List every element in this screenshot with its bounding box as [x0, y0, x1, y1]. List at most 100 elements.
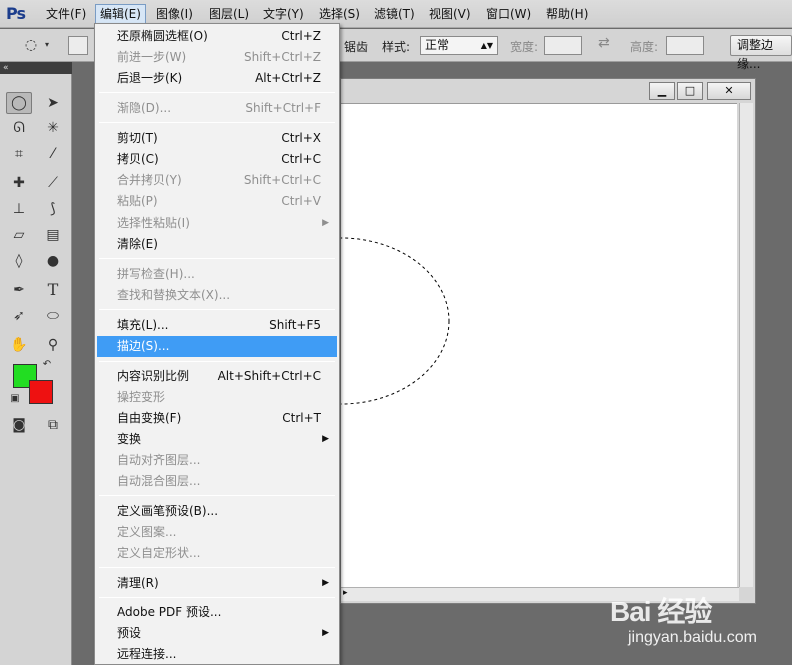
- menu-separator: [99, 92, 335, 93]
- menu-window[interactable]: 窗口(W): [482, 4, 535, 24]
- clone-stamp-tool-icon[interactable]: ⊥: [6, 198, 32, 220]
- menu-image[interactable]: 图像(I): [152, 4, 197, 24]
- document-window: ▁ □ ✕ ▸: [232, 78, 756, 604]
- menu-separator: [99, 597, 335, 598]
- preset-dropdown-icon[interactable]: ▾: [42, 34, 52, 56]
- menu-item-label: 操控变形: [117, 390, 166, 404]
- menu-item-label: 前进一步(W): [117, 50, 187, 64]
- menu-item-adobe-pdf-presets[interactable]: Adobe PDF 预设...: [97, 602, 337, 623]
- eraser-tool-icon[interactable]: ▱: [6, 224, 32, 246]
- default-colors-icon[interactable]: ▣: [8, 392, 22, 406]
- history-brush-tool-icon[interactable]: ⟆: [40, 198, 66, 220]
- menu-item-label: 预设: [117, 626, 142, 640]
- menu-layer[interactable]: 图层(L): [205, 4, 253, 24]
- menu-edit[interactable]: 编辑(E): [95, 4, 146, 24]
- menu-item-auto-align-layers[interactable]: 自动对齐图层...: [97, 450, 337, 471]
- menu-item-copy-merged[interactable]: 合并拷贝(Y) Shift+Ctrl+C: [97, 170, 337, 191]
- quick-mask-icon[interactable]: ◙: [6, 414, 32, 436]
- menu-item-shortcut: Shift+Ctrl+F: [245, 101, 321, 115]
- zoom-tool-icon[interactable]: ⚲: [40, 334, 66, 356]
- menu-item-define-brush[interactable]: 定义画笔预设(B)...: [97, 501, 337, 522]
- menu-item-define-custom-shape[interactable]: 定义自定形状...: [97, 543, 337, 564]
- panel-collapse-icon[interactable]: «: [0, 62, 72, 74]
- selection-marquee: [232, 237, 450, 405]
- type-tool-icon[interactable]: T: [40, 279, 66, 301]
- menu-item-shortcut: Shift+Ctrl+C: [243, 173, 321, 187]
- menu-item-cut[interactable]: 剪切(T) Ctrl+X: [97, 128, 337, 149]
- healing-brush-tool-icon[interactable]: ✚: [6, 172, 32, 194]
- style-label: 样式:: [382, 40, 411, 54]
- menu-separator: [99, 361, 335, 362]
- menu-filter[interactable]: 滤镜(T): [370, 4, 419, 24]
- menu-item-step-backward[interactable]: 后退一步(K) Alt+Ctrl+Z: [97, 68, 337, 89]
- ellipse-marquee-preset-icon[interactable]: ◌: [18, 34, 44, 56]
- menu-item-clear[interactable]: 清除(E): [97, 234, 337, 255]
- swap-icon[interactable]: ⇄: [598, 35, 610, 51]
- close-icon[interactable]: ✕: [707, 82, 751, 100]
- magic-wand-tool-icon[interactable]: ✳: [40, 117, 66, 139]
- hand-tool-icon[interactable]: ✋: [6, 334, 32, 356]
- menu-item-step-forward[interactable]: 前进一步(W) Shift+Ctrl+Z: [97, 47, 337, 68]
- menu-item-undo[interactable]: 还原椭圆选框(O) Ctrl+Z: [97, 26, 337, 47]
- menu-select[interactable]: 选择(S): [315, 4, 364, 24]
- pen-tool-icon[interactable]: ✒: [6, 279, 32, 301]
- menu-item-label: 自动混合图层...: [117, 474, 201, 488]
- menu-item-purge[interactable]: 清理(R) ▶: [97, 573, 337, 594]
- menu-item-transform[interactable]: 变换 ▶: [97, 429, 337, 450]
- menu-item-fade[interactable]: 渐隐(D)... Shift+Ctrl+F: [97, 98, 337, 119]
- lasso-tool-icon[interactable]: ᘏ: [6, 117, 32, 139]
- menu-item-puppet-warp[interactable]: 操控变形: [97, 387, 337, 408]
- menu-item-label: 自动对齐图层...: [117, 453, 201, 467]
- background-color-swatch[interactable]: [29, 380, 53, 404]
- menu-item-shortcut: Alt+Shift+Ctrl+C: [217, 369, 321, 383]
- style-select[interactable]: 正常 ▲▼: [420, 36, 498, 55]
- menu-item-auto-blend-layers[interactable]: 自动混合图层...: [97, 471, 337, 492]
- screen-mode-icon[interactable]: ⧉: [40, 414, 66, 436]
- eyedropper-tool-icon[interactable]: ⁄: [40, 143, 66, 165]
- gradient-tool-icon[interactable]: ▤: [40, 224, 66, 246]
- menu-separator: [99, 309, 335, 310]
- menu-item-copy[interactable]: 拷贝(C) Ctrl+C: [97, 149, 337, 170]
- menu-item-label: 拷贝(C): [117, 152, 159, 166]
- blur-tool-icon[interactable]: ◊: [6, 250, 32, 272]
- menu-item-free-transform[interactable]: 自由变换(F) Ctrl+T: [97, 408, 337, 429]
- menu-item-paste[interactable]: 粘贴(P) Ctrl+V: [97, 191, 337, 212]
- menu-item-find-replace[interactable]: 查找和替换文本(X)...: [97, 285, 337, 306]
- new-selection-mode-button[interactable]: [68, 36, 88, 55]
- menu-view[interactable]: 视图(V): [425, 4, 475, 24]
- crop-tool-icon[interactable]: ⌗: [6, 143, 32, 165]
- minimize-icon[interactable]: ▁: [649, 82, 675, 100]
- menu-type[interactable]: 文字(Y): [259, 4, 308, 24]
- menu-item-stroke[interactable]: 描边(S)...: [97, 336, 337, 357]
- menu-item-fill[interactable]: 填充(L)... Shift+F5: [97, 315, 337, 336]
- menu-help[interactable]: 帮助(H): [542, 4, 592, 24]
- elliptical-marquee-tool-icon[interactable]: ◯: [6, 92, 32, 114]
- menu-item-content-aware-scale[interactable]: 内容识别比例 Alt+Shift+Ctrl+C: [97, 366, 337, 387]
- menu-item-check-spelling[interactable]: 拼写检查(H)...: [97, 264, 337, 285]
- width-label: 宽度:: [510, 40, 539, 54]
- menu-separator: [99, 567, 335, 568]
- menu-item-remote-connections[interactable]: 远程连接...: [97, 644, 337, 665]
- move-tool-icon[interactable]: ➤: [40, 92, 66, 114]
- maximize-icon[interactable]: □: [677, 82, 703, 100]
- width-input[interactable]: [544, 36, 582, 55]
- menu-item-shortcut: Ctrl+V: [281, 194, 321, 208]
- scroll-left-icon[interactable]: ▸: [343, 588, 348, 598]
- submenu-arrow-icon: ▶: [322, 628, 329, 638]
- path-selection-tool-icon[interactable]: ➶: [6, 305, 32, 327]
- menu-file[interactable]: 文件(F): [42, 4, 90, 24]
- submenu-arrow-icon: ▶: [322, 434, 329, 444]
- refine-edge-button[interactable]: 调整边缘...: [730, 35, 792, 71]
- menu-item-presets[interactable]: 预设 ▶: [97, 623, 337, 644]
- ellipse-shape-tool-icon[interactable]: ⬭: [40, 305, 66, 327]
- canvas[interactable]: [232, 103, 737, 587]
- vertical-scrollbar[interactable]: [739, 103, 753, 587]
- swap-colors-icon[interactable]: ↶: [40, 358, 54, 372]
- brush-tool-icon[interactable]: ⟋: [40, 172, 66, 194]
- submenu-arrow-icon: ▶: [322, 218, 329, 228]
- menu-item-define-pattern[interactable]: 定义图案...: [97, 522, 337, 543]
- anti-alias-label: 锯齿: [344, 40, 369, 54]
- menu-item-paste-special[interactable]: 选择性粘贴(I) ▶: [97, 213, 337, 234]
- dodge-tool-icon[interactable]: ●: [40, 250, 66, 272]
- height-input[interactable]: [666, 36, 704, 55]
